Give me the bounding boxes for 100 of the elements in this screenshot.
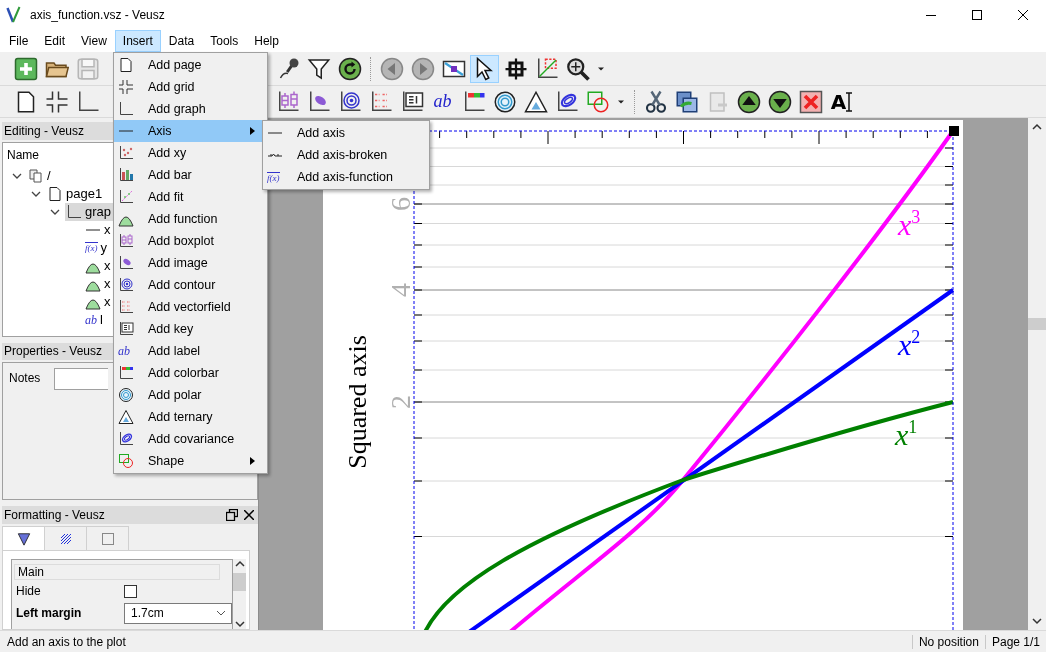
tree-item[interactable]: x: [84, 256, 114, 275]
tree-item[interactable]: /: [27, 166, 54, 185]
axes-icon: [118, 101, 134, 117]
reload-icon: [337, 56, 362, 81]
pointer-button[interactable]: [470, 54, 499, 83]
menu-title[interactable]: Insert: [114, 30, 161, 52]
menu-item[interactable]: Add contour: [114, 274, 267, 296]
blur-spot-icon: [118, 255, 134, 271]
menu-item[interactable]: Add ternary: [114, 406, 267, 428]
label-button[interactable]: ab: [428, 87, 457, 116]
tick-label: 2: [385, 395, 416, 409]
scrollbar-thumb[interactable]: [233, 573, 246, 592]
chevron-down-icon: [216, 610, 226, 617]
menu-item[interactable]: Add graph: [114, 98, 267, 120]
grid-icon: [118, 79, 134, 95]
ellipse-icon: [118, 431, 134, 447]
axis-title: Squared axis: [343, 335, 372, 469]
crosshair-icon: [503, 56, 528, 81]
contour-icon: [118, 277, 134, 293]
menu-title[interactable]: Data: [160, 30, 203, 52]
menu-title[interactable]: View: [73, 30, 115, 52]
tree-item[interactable]: page1: [46, 184, 106, 203]
tab[interactable]: [86, 526, 129, 551]
close-icon[interactable]: [244, 510, 254, 521]
menu-item[interactable]: Add key: [114, 318, 267, 340]
tick-label: 6: [385, 197, 416, 211]
tree-item[interactable]: f(x) y: [84, 238, 110, 257]
legend-icon: [118, 321, 134, 337]
close-icon: [1018, 10, 1028, 20]
scroll-up-icon: [1032, 122, 1042, 132]
page-icon: [47, 185, 63, 202]
status-page: Page 1/1: [984, 634, 1046, 649]
copy-icon: [674, 89, 699, 114]
delete-icon: [798, 89, 823, 114]
menu-item[interactable]: f(x) Add axis-function: [263, 166, 429, 188]
triangle-icon: [118, 409, 134, 425]
menu-item[interactable]: Shape: [114, 450, 267, 472]
curve-label: x$^{2}$: [898, 328, 921, 360]
submenu-arrow-icon: [250, 457, 255, 465]
tree-item[interactable]: x: [84, 292, 114, 311]
tree-item[interactable]: ab l: [84, 310, 106, 329]
selection-handle[interactable]: [949, 126, 959, 136]
left-circle-icon: [379, 56, 404, 81]
broken-line-icon: [267, 152, 283, 158]
dropdown-field[interactable]: 1.7cm: [124, 602, 232, 624]
menu-item[interactable]: Add axis-broken: [263, 144, 429, 166]
field-label: Notes: [9, 371, 41, 386]
notes-field[interactable]: [54, 368, 109, 391]
menu-title[interactable]: Tools: [202, 30, 247, 52]
text-cursor-icon: [846, 91, 853, 112]
menu-title[interactable]: Help: [246, 30, 287, 52]
scrollbar[interactable]: [1028, 118, 1046, 630]
column-header: Name: [7, 147, 39, 162]
scrollbar-thumb[interactable]: [1028, 318, 1046, 330]
scrollbar[interactable]: [233, 559, 246, 629]
tree-item[interactable]: grap: [65, 202, 115, 221]
dock-title: Properties - Veusz: [4, 344, 103, 359]
curve-label: x$^{3}$: [898, 208, 921, 240]
tab[interactable]: [2, 526, 45, 551]
dock-title: Formatting - Veusz: [4, 508, 105, 523]
line-icon: [267, 131, 283, 135]
status-message: Add an axis to the plot: [7, 634, 126, 649]
menu-item[interactable]: Add boxplot: [114, 230, 267, 252]
pages-icon: [28, 167, 44, 184]
grid-icon: [44, 89, 69, 114]
tree-item[interactable]: x: [84, 274, 114, 293]
menu-item[interactable]: Add image: [114, 252, 267, 274]
shapes-icon: [585, 89, 610, 114]
maximize-icon: [972, 10, 982, 20]
menu-item[interactable]: Add polar: [114, 384, 267, 406]
menu-item[interactable]: ab Add label: [114, 340, 267, 362]
menu-title[interactable]: File: [1, 30, 37, 52]
right-circle-icon: [410, 56, 435, 81]
page-icon: [118, 57, 134, 73]
menu-item[interactable]: Add covariance: [114, 428, 267, 450]
square-icon: [101, 532, 114, 545]
float-icon[interactable]: [226, 509, 238, 522]
label-icon: ab: [118, 345, 130, 357]
funnel-icon: [306, 56, 331, 81]
graph-frame[interactable]: [413, 130, 954, 630]
curve-label: x$^{1}$: [895, 418, 918, 450]
line-icon: [118, 129, 134, 133]
menu-item[interactable]: Add grid: [114, 76, 267, 98]
color-bar-icon: [118, 365, 134, 381]
scroll-down-icon: [234, 618, 245, 629]
boxplot-icon: [118, 233, 134, 249]
section-header: Main: [14, 564, 220, 581]
checkbox[interactable]: [124, 584, 137, 598]
menu-title[interactable]: Edit: [36, 30, 74, 52]
rename-button[interactable]: A: [827, 87, 856, 116]
menu-item[interactable]: Add page: [114, 54, 267, 76]
dock-title: Editing - Veusz: [4, 123, 85, 138]
scroll-down-icon: [1032, 616, 1042, 626]
tree-item[interactable]: x: [84, 220, 114, 239]
submenu-arrow-icon: [250, 127, 255, 135]
menu-item[interactable]: Add fit: [114, 186, 267, 208]
menu-item[interactable]: Add colorbar: [114, 362, 267, 384]
menu-item[interactable]: Add function: [114, 208, 267, 230]
status-position: No position: [911, 634, 985, 649]
menu-item[interactable]: Add vectorfield: [114, 296, 267, 318]
